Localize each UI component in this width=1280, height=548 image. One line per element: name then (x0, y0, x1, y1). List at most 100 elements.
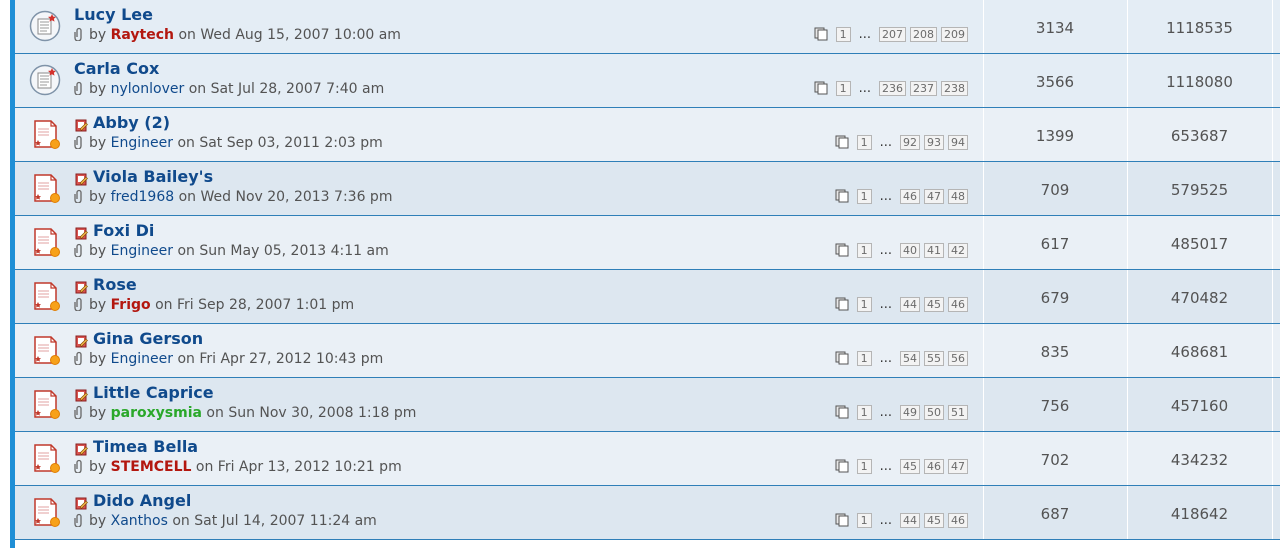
pagination-ellipsis: ... (858, 81, 871, 96)
pagination-ellipsis: ... (879, 459, 892, 474)
page-link[interactable]: 1 (856, 351, 872, 366)
page-link[interactable]: 48 (948, 189, 968, 204)
hot-topic-icon (29, 118, 61, 150)
author-link[interactable]: nylonlover (111, 81, 185, 97)
author-link[interactable]: paroxysmia (111, 405, 202, 421)
topic-title-link[interactable]: Dido Angel (93, 491, 191, 510)
topic-title-link[interactable]: Abby (2) (93, 113, 170, 132)
page-link[interactable]: 42 (948, 243, 968, 258)
page-link[interactable]: 54 (900, 351, 920, 366)
post-date: Wed Nov 20, 2013 7:36 pm (200, 189, 393, 205)
page-link[interactable]: 50 (924, 405, 944, 420)
column-divider (1272, 0, 1273, 53)
page-link[interactable]: 56 (948, 351, 968, 366)
view-count: 468681 (1170, 343, 1229, 361)
column-divider (1272, 432, 1273, 485)
page-link[interactable]: 1 (856, 405, 872, 420)
page-link[interactable]: 46 (900, 189, 920, 204)
author-link[interactable]: Engineer (111, 243, 173, 259)
page-link[interactable]: 208 (910, 27, 937, 42)
post-date: Fri Apr 13, 2012 10:21 pm (217, 459, 402, 475)
view-count: 485017 (1170, 235, 1229, 253)
column-divider (1272, 324, 1273, 377)
view-count: 434232 (1170, 451, 1229, 469)
topic-title-link[interactable]: Viola Bailey's (93, 167, 213, 186)
topic-title-link[interactable]: Rose (93, 275, 137, 294)
page-link[interactable]: 92 (900, 135, 920, 150)
topic-pagination: 1... 46 47 48 (835, 189, 972, 207)
topic-row[interactable]: Carla Cox by nylonlover on Sat Jul 28, 2… (15, 54, 1280, 108)
topic-row[interactable]: Gina Gerson by Engineer on Fri Apr 27, 2… (15, 324, 1280, 378)
topic-row[interactable]: Lucy Lee by Raytech on Wed Aug 15, 2007 … (15, 0, 1280, 54)
page-link[interactable]: 49 (900, 405, 920, 420)
pages-icon (835, 297, 849, 311)
post-date: Sun May 05, 2013 4:11 am (199, 243, 389, 259)
topic-title-link[interactable]: Foxi Di (93, 221, 154, 240)
topic-title-link[interactable]: Carla Cox (74, 59, 159, 78)
page-link[interactable]: 45 (924, 513, 944, 528)
page-link[interactable]: 44 (900, 297, 920, 312)
page-link[interactable]: 207 (879, 27, 906, 42)
page-link[interactable]: 55 (924, 351, 944, 366)
author-link[interactable]: Engineer (111, 351, 173, 367)
author-link[interactable]: Frigo (111, 297, 151, 313)
topic-row[interactable]: Little Caprice by paroxysmia on Sun Nov … (15, 378, 1280, 432)
hot-topic-icon (29, 334, 61, 366)
page-link[interactable]: 1 (835, 81, 851, 96)
on-label: on (178, 189, 197, 205)
view-count: 1118080 (1166, 73, 1233, 91)
author-link[interactable]: Engineer (111, 135, 173, 151)
page-link[interactable]: 47 (924, 189, 944, 204)
page-link[interactable]: 46 (948, 297, 968, 312)
page-link[interactable]: 1 (835, 27, 851, 42)
topic-row[interactable]: Timea Bella by STEMCELL on Fri Apr 13, 2… (15, 432, 1280, 486)
page-link[interactable]: 1 (856, 189, 872, 204)
page-link[interactable]: 46 (948, 513, 968, 528)
page-link[interactable]: 237 (910, 81, 937, 96)
author-link[interactable]: STEMCELL (111, 459, 192, 475)
page-link[interactable]: 51 (948, 405, 968, 420)
column-divider (1272, 162, 1273, 215)
author-link[interactable]: fred1968 (111, 189, 175, 205)
page-link[interactable]: 46 (924, 459, 944, 474)
topic-row[interactable]: Abby (2) by Engineer on Sat Sep 03, 2011… (15, 108, 1280, 162)
topic-list-view: Lucy Lee by Raytech on Wed Aug 15, 2007 … (0, 0, 1280, 548)
hot-topic-icon (29, 226, 61, 258)
page-link[interactable]: 45 (900, 459, 920, 474)
topic-title-link[interactable]: Lucy Lee (74, 5, 153, 24)
topic-list: Lucy Lee by Raytech on Wed Aug 15, 2007 … (15, 0, 1280, 540)
topic-row[interactable]: Dido Angel by Xanthos on Sat Jul 14, 200… (15, 486, 1280, 540)
page-link[interactable]: 44 (900, 513, 920, 528)
page-link[interactable]: 47 (948, 459, 968, 474)
page-link[interactable]: 41 (924, 243, 944, 258)
page-link[interactable]: 209 (941, 27, 968, 42)
topic-row[interactable]: Foxi Di by Engineer on Sun May 05, 2013 … (15, 216, 1280, 270)
page-link[interactable]: 1 (856, 135, 872, 150)
page-link[interactable]: 40 (900, 243, 920, 258)
topic-title-link[interactable]: Timea Bella (93, 437, 198, 456)
page-link[interactable]: 1 (856, 297, 872, 312)
page-link[interactable]: 1 (856, 513, 872, 528)
topic-meta: by Engineer on Sun May 05, 2013 4:11 am (74, 243, 389, 259)
by-label: by (89, 351, 107, 367)
post-date: Sat Jul 14, 2007 11:24 am (194, 513, 377, 529)
page-link[interactable]: 45 (924, 297, 944, 312)
topic-row[interactable]: Rose by Frigo on Fri Sep 28, 2007 1:01 p… (15, 270, 1280, 324)
page-link[interactable]: 94 (948, 135, 968, 150)
post-date: Sat Jul 28, 2007 7:40 am (210, 81, 385, 97)
author-link[interactable]: Raytech (111, 27, 174, 43)
page-link[interactable]: 238 (941, 81, 968, 96)
topic-title-link[interactable]: Gina Gerson (93, 329, 203, 348)
page-link[interactable]: 1 (856, 459, 872, 474)
page-link[interactable]: 1 (856, 243, 872, 258)
post-date: Fri Apr 27, 2012 10:43 pm (199, 351, 384, 367)
page-link[interactable]: 93 (924, 135, 944, 150)
pagination-ellipsis: ... (858, 27, 871, 42)
edit-icon (75, 117, 88, 132)
page-link[interactable]: 236 (879, 81, 906, 96)
on-label: on (177, 135, 195, 151)
hot-topic-icon (29, 280, 61, 312)
author-link[interactable]: Xanthos (111, 513, 168, 529)
topic-title-link[interactable]: Little Caprice (93, 383, 214, 402)
topic-row[interactable]: Viola Bailey's by fred1968 on Wed Nov 20… (15, 162, 1280, 216)
